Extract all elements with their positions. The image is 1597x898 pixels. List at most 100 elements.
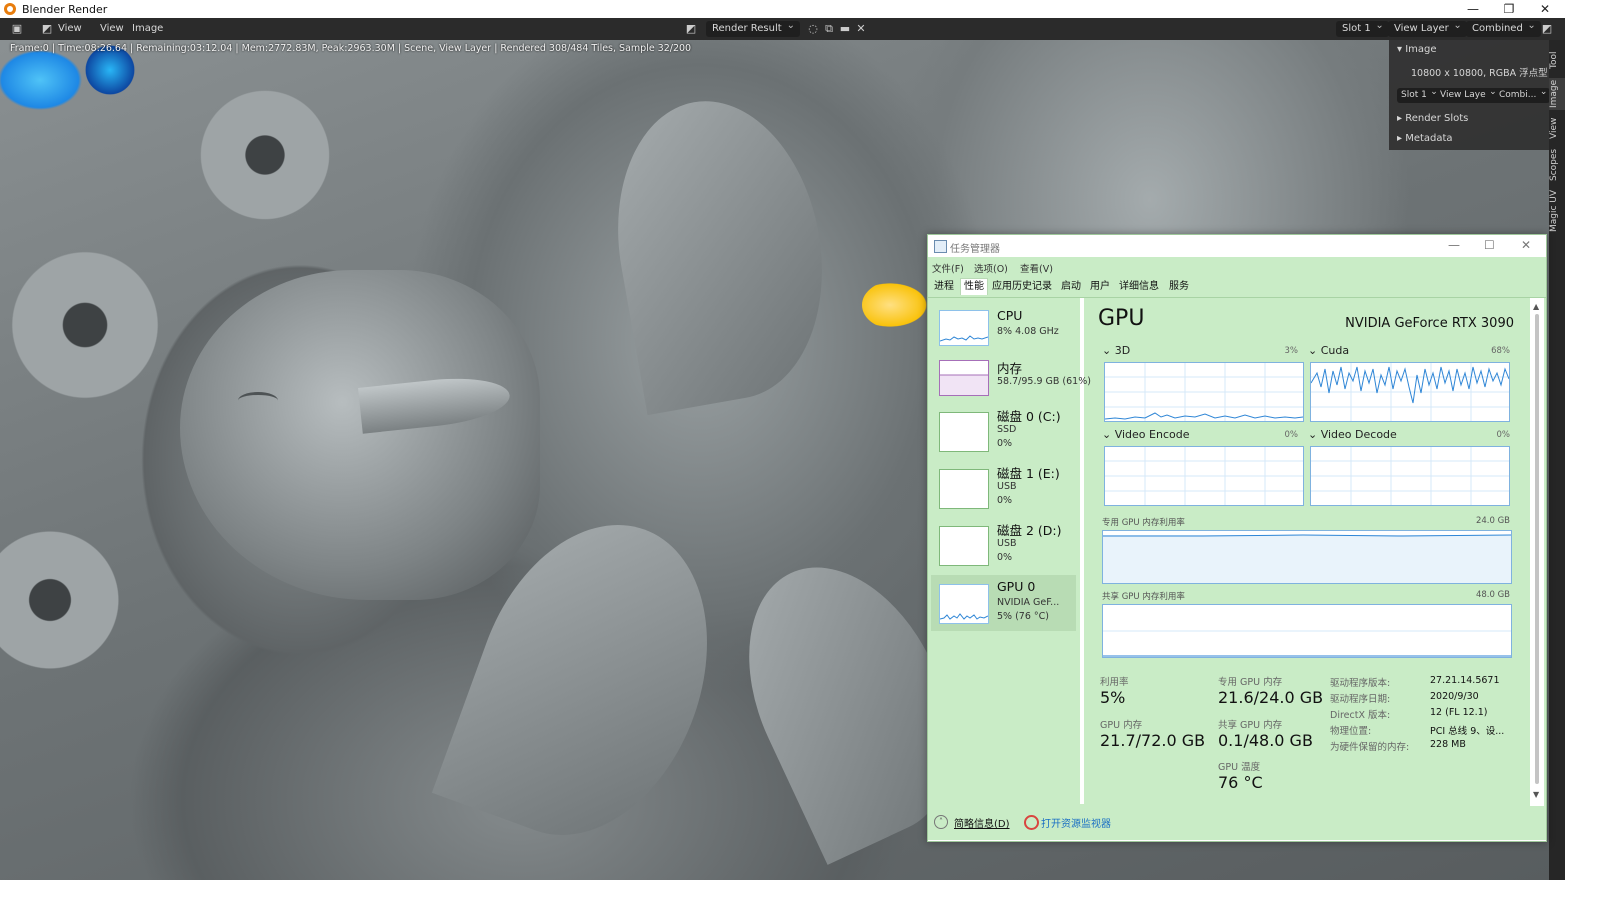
relief-flower: [0, 520, 130, 680]
tab-performance[interactable]: 性能: [960, 278, 988, 295]
engine-3d-graph: [1104, 362, 1304, 422]
tab-startup[interactable]: 启动: [1058, 279, 1084, 295]
chevron-up-icon[interactable]: ˄: [934, 815, 948, 829]
directx-label: DirectX 版本:: [1330, 710, 1391, 721]
yellow-butterfly: [862, 280, 932, 330]
relief-flower: [0, 240, 170, 410]
tm-close-icon[interactable]: ✕: [1521, 238, 1531, 252]
panel-metadata[interactable]: ▸ Metadata: [1397, 131, 1453, 147]
disk0-thumbnail: [939, 412, 989, 452]
tab-users[interactable]: 用户: [1087, 279, 1113, 295]
close-icon[interactable]: ✕: [1527, 0, 1563, 18]
engine-cuda-selector[interactable]: ⌄ Cuda: [1308, 344, 1349, 357]
tab-magic-uv[interactable]: Magic UV: [1549, 188, 1565, 234]
panel-pass-dropdown[interactable]: Combi...: [1495, 85, 1551, 103]
shared-mem-graph: [1102, 604, 1512, 658]
resource-monitor-icon: [1024, 815, 1039, 830]
display-channels-icon[interactable]: ◩: [1540, 22, 1554, 36]
gpu-model: NVIDIA GeForce RTX 3090: [1345, 316, 1514, 331]
dedicated-mem-graph: [1102, 530, 1512, 584]
tab-details[interactable]: 详细信息: [1116, 279, 1162, 295]
driver-version-label: 驱动程序版本:: [1330, 678, 1391, 689]
tab-tool[interactable]: Tool: [1549, 46, 1565, 74]
open-resource-monitor-link[interactable]: 打开资源监视器: [1041, 815, 1111, 830]
tab-image[interactable]: Image: [1549, 78, 1565, 110]
gpumem-value: 21.7/72.0 GB: [1100, 731, 1206, 750]
tm-title: 任务管理器: [950, 244, 1000, 255]
window-edge: [1565, 18, 1597, 898]
engine-decode-pct: 0%: [1496, 430, 1511, 440]
menu-view-dd[interactable]: View: [58, 22, 82, 36]
resource-memory[interactable]: 内存 58.7/95.9 GB (61%): [931, 354, 1091, 400]
dedicated-value: 21.6/24.0 GB: [1218, 688, 1324, 707]
panel-render-slots[interactable]: ▸ Render Slots: [1397, 111, 1468, 127]
tm-minimize-icon[interactable]: —: [1448, 238, 1460, 252]
editor-type-icon[interactable]: ▣: [10, 22, 24, 36]
tm-maximize-icon[interactable]: ☐: [1484, 238, 1495, 252]
engine-cuda-graph: [1310, 362, 1510, 422]
dedicated-mem-label: 专用 GPU 内存利用率: [1102, 518, 1185, 528]
menu-view[interactable]: 查看(V): [1020, 261, 1053, 275]
menu-file[interactable]: 文件(F): [932, 261, 964, 275]
menu-view[interactable]: View: [100, 22, 124, 36]
engine-3d-selector[interactable]: ⌄ 3D: [1102, 344, 1130, 357]
tab-scopes[interactable]: Scopes: [1549, 146, 1565, 184]
menu-options[interactable]: 选项(O): [974, 261, 1008, 275]
tm-scrollbar[interactable]: ▲ ▼: [1530, 298, 1544, 806]
folder-icon[interactable]: ▬: [838, 22, 852, 36]
driver-date-value: 2020/9/30: [1430, 691, 1479, 702]
shared-mem-max: 48.0 GB: [1475, 590, 1510, 600]
relief-leaf: [595, 84, 845, 416]
resource-disk-1[interactable]: 磁盘 1 (E:) USB 0%: [931, 461, 1076, 515]
relief-bird-eye: [238, 392, 278, 409]
panel-layer-dropdown[interactable]: View Laye: [1436, 85, 1500, 103]
shared-label: 共享 GPU 内存: [1218, 720, 1283, 731]
gpu-title: GPU: [1098, 306, 1145, 331]
panel-image-header[interactable]: ▾ Image: [1397, 42, 1437, 58]
cpu-thumbnail: [939, 310, 989, 346]
menu-image[interactable]: Image: [132, 22, 163, 36]
scroll-thumb[interactable]: [1535, 314, 1539, 784]
tab-processes[interactable]: 进程: [931, 279, 957, 295]
relief-flower: [190, 80, 340, 230]
minimize-icon[interactable]: —: [1455, 0, 1491, 18]
tab-app-history[interactable]: 应用历史记录: [989, 279, 1055, 295]
tab-view[interactable]: View: [1549, 114, 1565, 142]
restore-icon[interactable]: ❐: [1491, 0, 1527, 18]
engine-video-decode-selector[interactable]: ⌄ Video Decode: [1308, 428, 1397, 441]
shield-icon[interactable]: ◌: [806, 22, 820, 36]
image-name-field[interactable]: Render Result: [706, 18, 800, 37]
driver-date-label: 驱动程序日期:: [1330, 694, 1391, 705]
image-editor-header: ▣ ◩ View View Image ◩ Render Result ◌ ⧉ …: [0, 18, 1597, 40]
panel-slot-dropdown[interactable]: Slot 1: [1397, 85, 1441, 103]
reserved-mem-label: 为硬件保留的内存:: [1330, 742, 1410, 753]
duplicate-icon[interactable]: ⧉: [822, 22, 836, 36]
task-manager-window: 任务管理器 — ☐ ✕ 文件(F) 选项(O) 查看(V) 进程 性能 应用历史…: [927, 234, 1547, 842]
scroll-down-icon[interactable]: ▼: [1533, 790, 1539, 799]
engine-3d-pct: 3%: [1284, 346, 1299, 356]
blender-titlebar: Blender Render — ❐ ✕: [0, 0, 1597, 18]
view-mode-icon[interactable]: ◩: [40, 22, 54, 36]
relief-bird: [180, 270, 540, 600]
engine-video-decode-graph: [1310, 446, 1510, 506]
window-title: Blender Render: [22, 2, 108, 16]
tab-services[interactable]: 服务: [1166, 279, 1192, 295]
temp-label: GPU 温度: [1218, 762, 1261, 773]
fewer-details-link[interactable]: 简略信息(D): [954, 815, 1010, 830]
engine-video-encode-graph: [1104, 446, 1304, 506]
unlink-icon[interactable]: ✕: [854, 22, 868, 36]
resource-disk-2[interactable]: 磁盘 2 (D:) USB 0%: [931, 518, 1076, 572]
view-layer-dropdown[interactable]: View Layer: [1388, 18, 1467, 37]
disk2-thumbnail: [939, 526, 989, 566]
resource-gpu-0[interactable]: GPU 0 NVIDIA GeF... 5% (76 °C): [931, 575, 1076, 631]
resource-disk-0[interactable]: 磁盘 0 (C:) SSD 0%: [931, 404, 1076, 458]
status-bar: [0, 880, 1565, 898]
scroll-up-icon[interactable]: ▲: [1533, 302, 1539, 311]
slot-dropdown[interactable]: Slot 1: [1336, 18, 1389, 37]
tm-footer: ˄ 简略信息(D) 打开资源监视器: [928, 806, 1546, 840]
tm-performance-body: CPU 8% 4.08 GHz 内存 58.7/95.9 GB (61%) 磁盘…: [928, 298, 1546, 806]
image-browse-icon[interactable]: ◩: [684, 22, 698, 36]
engine-video-encode-selector[interactable]: ⌄ Video Encode: [1102, 428, 1189, 441]
pass-dropdown[interactable]: Combined: [1466, 18, 1541, 37]
resource-cpu[interactable]: CPU 8% 4.08 GHz: [931, 304, 1076, 350]
